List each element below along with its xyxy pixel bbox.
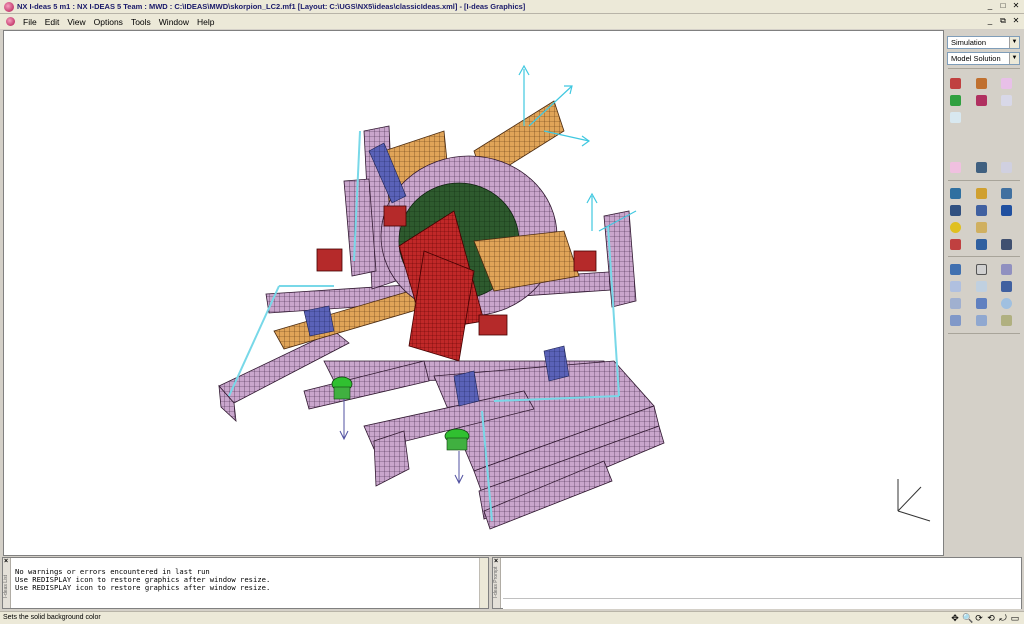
geometry-icon[interactable] (976, 188, 987, 199)
toolbar-separator (948, 333, 1020, 334)
redisplay-icon[interactable] (950, 281, 961, 292)
list-window-label: I-deas List (3, 558, 11, 608)
menu-help[interactable]: Help (193, 17, 218, 27)
graphics-viewport[interactable] (3, 30, 944, 556)
restraint-icon[interactable] (976, 78, 987, 89)
light-icon[interactable] (950, 222, 961, 233)
zoom-icon[interactable]: 🔍 (962, 613, 973, 623)
menu-bar: File Edit View Options Tools Window Help… (0, 14, 1024, 29)
menu-window[interactable]: Window (155, 17, 193, 27)
doc-minimize-button[interactable]: _ (985, 16, 995, 26)
maximize-button[interactable]: □ (998, 1, 1008, 11)
solve-icon[interactable] (950, 112, 961, 123)
undo-view-icon[interactable]: ⟲ (986, 613, 996, 623)
spin-icon[interactable]: ⤾ (998, 613, 1008, 623)
window-titlebar: NX I-deas 5 m1 : NX I-DEAS 5 Team : MWD … (0, 0, 1024, 14)
prompt-window-label: I-deas Prompt (493, 558, 501, 608)
menu-tools[interactable]: Tools (127, 17, 155, 27)
menu-file[interactable]: File (19, 17, 41, 27)
iso-view-icon[interactable] (1001, 264, 1012, 275)
app-logo-icon (4, 1, 14, 12)
list-line: Use REDISPLAY icon to restore graphics a… (15, 583, 271, 592)
close-button[interactable]: ✕ (1011, 1, 1021, 11)
side-view-icon[interactable] (976, 298, 987, 309)
shaded-view-icon[interactable] (950, 264, 961, 275)
fem-model-render (218, 64, 931, 530)
sphere-icon[interactable] (1001, 298, 1012, 309)
measure-icon[interactable] (976, 222, 987, 233)
subtask-select[interactable]: Model Solution ▼ (947, 52, 1020, 65)
task-select-value: Simulation (951, 38, 987, 47)
list-scrollbar[interactable] (479, 558, 488, 608)
doc-restore-button[interactable]: ⧉ (998, 16, 1008, 26)
constraint-icon[interactable] (1001, 78, 1012, 89)
front-view-icon[interactable] (950, 298, 961, 309)
zoom-icon[interactable] (976, 281, 987, 292)
menu-view[interactable]: View (63, 17, 89, 27)
part-icon[interactable] (1001, 188, 1012, 199)
menu-edit[interactable]: Edit (41, 17, 64, 27)
bottom-view-icon[interactable] (976, 315, 987, 326)
toolbar-separator (948, 68, 1020, 69)
bottom-panes: I-deas List × No warnings or errors enco… (0, 556, 1024, 611)
subtask-select-value: Model Solution (951, 54, 1001, 63)
window-zoom-icon[interactable]: ▭ (1010, 613, 1020, 623)
pan-icon[interactable]: ✥ (950, 613, 960, 623)
toolbar-separator (948, 256, 1020, 257)
rotate-icon[interactable]: ⟳ (974, 613, 984, 623)
close-icon[interactable]: × (4, 558, 8, 565)
close-icon[interactable]: × (494, 558, 498, 565)
help-icon[interactable] (976, 239, 987, 250)
boundary-set-icon[interactable] (950, 95, 961, 106)
status-message: Sets the solid background color (3, 614, 101, 621)
task-select[interactable]: Simulation ▼ (947, 36, 1020, 49)
chevron-down-icon[interactable]: ▼ (1009, 37, 1019, 48)
list-output: No warnings or errors encountered in las… (15, 568, 270, 592)
list-window[interactable]: I-deas List × No warnings or errors enco… (2, 557, 489, 609)
fraction-icon[interactable] (1001, 162, 1012, 173)
window-title: NX I-deas 5 m1 : NX I-DEAS 5 Team : MWD … (17, 2, 526, 11)
model-icon[interactable] (950, 205, 961, 216)
menu-options[interactable]: Options (90, 17, 127, 27)
chevron-down-icon[interactable]: ▼ (1009, 53, 1019, 64)
top-view-icon[interactable] (950, 315, 961, 326)
icon-panel: Simulation ▼ Model Solution ▼ (946, 30, 1024, 610)
prompt-input[interactable] (503, 598, 1021, 609)
cursor-icon[interactable] (1001, 205, 1012, 216)
plane-icon[interactable] (1001, 315, 1012, 326)
mesh-icon[interactable] (950, 188, 961, 199)
prompt-window[interactable]: I-deas Prompt × (492, 557, 1022, 609)
load-icon[interactable] (950, 78, 961, 89)
eraser-icon[interactable] (950, 239, 961, 250)
minimize-button[interactable]: _ (985, 1, 995, 11)
no-entry-icon[interactable] (976, 95, 987, 106)
doc-close-button[interactable]: ✕ (1011, 16, 1021, 26)
rotate-icon[interactable] (1001, 281, 1012, 292)
results-icon[interactable] (950, 162, 961, 173)
toolbar-separator (948, 180, 1020, 181)
pointer-icon[interactable] (1001, 239, 1012, 250)
info-icon[interactable] (976, 205, 987, 216)
display-icon[interactable] (976, 162, 987, 173)
document-logo-icon[interactable] (6, 17, 15, 26)
solve-set-icon[interactable] (1001, 95, 1012, 106)
xyz-triad-icon (897, 479, 931, 522)
status-bar: Sets the solid background color ✥ 🔍 ⟳ ⟲ … (0, 611, 1024, 624)
cube-icon[interactable] (976, 264, 987, 275)
